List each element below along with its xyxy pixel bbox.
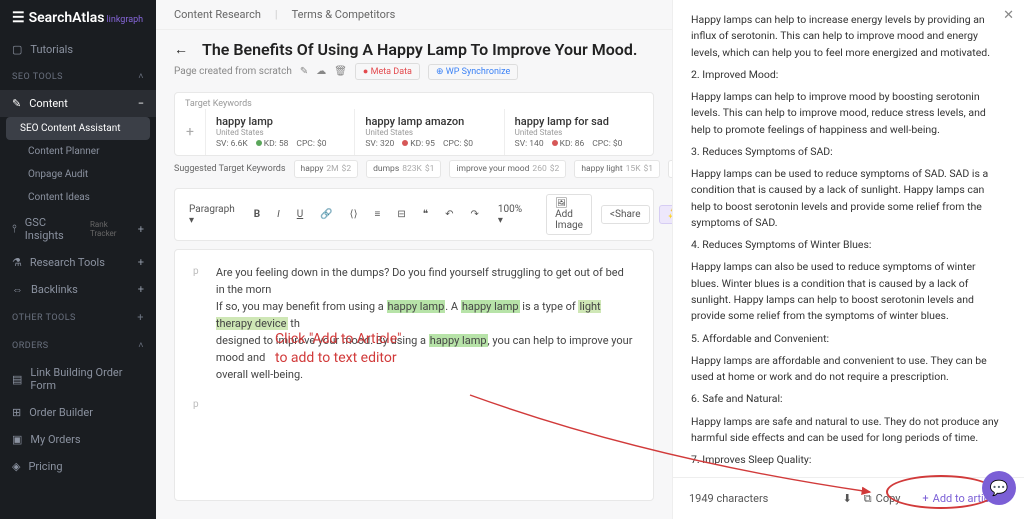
suggested-pill[interactable]: happy2M$2 (294, 160, 359, 178)
edit-icon[interactable]: ✎ (300, 66, 308, 77)
undo-button[interactable]: ↶ (441, 207, 457, 222)
text-editor[interactable]: p Are you feeling down in the dumps? Do … (174, 249, 654, 501)
sidebar: ☰ SearchAtlaslinkgraph ▢Tutorials SEO TO… (0, 0, 156, 519)
target-keywords-block: Target Keywords + happy lamp United Stat… (174, 92, 654, 156)
paragraph-select[interactable]: Paragraph ▾ (183, 202, 241, 228)
flask-icon: ⚗ (12, 256, 22, 269)
nav-research[interactable]: ⚗Research Tools+ (0, 249, 156, 276)
chevron-up-icon: ˄ (138, 340, 144, 351)
form-icon: ▤ (12, 373, 22, 386)
page-title: ← The Benefits Of Using A Happy Lamp To … (174, 40, 654, 59)
nav-content[interactable]: ✎Content− (0, 90, 156, 117)
nav-content-ideas[interactable]: Content Ideas (0, 186, 156, 209)
builder-icon: ⊞ (12, 406, 21, 419)
download-icon[interactable]: ⬇ (843, 492, 852, 505)
para-tag: p (193, 264, 202, 383)
panel-body[interactable]: Happy lamps can help to increase energy … (673, 0, 1024, 477)
plus-icon: + (138, 256, 144, 269)
nav-seo-content-assistant[interactable]: SEO Content Assistant (6, 117, 150, 140)
suggested-label: Suggested Target Keywords (174, 164, 286, 174)
bold-button[interactable]: B (250, 207, 264, 222)
suggested-pill[interactable]: improve your mood260$2 (449, 160, 566, 178)
ai-panel: ✕ Happy lamps can help to increase energ… (672, 0, 1024, 519)
suggested-pill[interactable]: happy light15K$1 (574, 160, 660, 178)
italic-button[interactable]: I (273, 207, 284, 222)
nav-header-orders[interactable]: ORDERS˄ (0, 332, 156, 359)
list-ol-button[interactable]: ⊟ (393, 207, 409, 222)
zoom-select[interactable]: 100% ▾ (492, 202, 528, 228)
link-icon: ⇔ (12, 283, 23, 296)
nav-link-building[interactable]: ▤Link Building Order Form (0, 359, 156, 399)
list-ul-button[interactable]: ≡ (370, 207, 384, 222)
menu-icon: ☰ (12, 10, 25, 26)
minus-icon: − (138, 97, 144, 110)
book-icon: ▢ (12, 43, 22, 56)
chevron-up-icon: ˄ (138, 71, 144, 82)
nav-gsc[interactable]: ⫯GSC InsightsRank Tracker+ (0, 209, 156, 249)
chart-icon: ⫯ (12, 222, 17, 236)
plus-icon: + (137, 311, 144, 324)
meta-data-badge[interactable]: ● Meta Data (355, 63, 420, 80)
keyword-card[interactable]: happy lamp United States SV: 6.6KKD: 58C… (205, 109, 354, 155)
main-content: Content Research | Terms & Competitors ←… (156, 0, 672, 519)
breadcrumb-item[interactable]: Terms & Competitors (292, 8, 396, 21)
logo[interactable]: ☰ SearchAtlaslinkgraph (0, 0, 156, 36)
nav-content-planner[interactable]: Content Planner (0, 140, 156, 163)
page-subtitle: Page created from scratch (174, 66, 292, 77)
nav-pricing[interactable]: ◈Pricing (0, 453, 156, 480)
suggested-pill[interactable]: dumps823K$1 (366, 160, 441, 178)
keyword-card[interactable]: happy lamp amazon United States SV: 320K… (354, 109, 503, 155)
cloud-icon[interactable]: ☁ (316, 66, 326, 77)
nav-backlinks[interactable]: ⇔Backlinks+ (0, 276, 156, 303)
underline-button[interactable]: U (293, 207, 307, 222)
back-button[interactable]: ← (174, 41, 188, 58)
keyword-card[interactable]: happy lamp for sad United States SV: 140… (504, 109, 653, 155)
nav-tutorials[interactable]: ▢Tutorials (0, 36, 156, 63)
tag-icon: ◈ (12, 460, 20, 473)
pencil-icon: ✎ (12, 97, 21, 110)
trash-icon[interactable]: 🗑 (334, 66, 347, 77)
panel-footer: 1949 characters ⬇ ⧉ Copy + Add to articl… (673, 477, 1024, 519)
chat-fab[interactable]: 💬 (982, 471, 1016, 505)
char-count: 1949 characters (689, 492, 768, 505)
copy-button[interactable]: ⧉ Copy (864, 492, 901, 506)
suggested-keywords-row: Suggested Target Keywords happy2M$2 dump… (156, 156, 672, 182)
nav-order-builder[interactable]: ⊞Order Builder (0, 399, 156, 426)
close-panel-button[interactable]: ✕ (1003, 8, 1014, 23)
annotation-callout: Click "Add to Article" to add to text ed… (275, 330, 402, 368)
target-keywords-label: Target Keywords (175, 93, 653, 109)
redo-button[interactable]: ↷ (467, 207, 483, 222)
breadcrumb: Content Research | Terms & Competitors (156, 0, 672, 30)
add-image-button[interactable]: 🖼 Add Image (546, 194, 592, 235)
breadcrumb-item[interactable]: Content Research (174, 8, 261, 21)
plus-icon: + (138, 223, 144, 236)
link-button[interactable]: 🔗 (316, 207, 336, 222)
add-keyword-button[interactable]: + (175, 109, 205, 155)
editor-toolbar: Paragraph ▾ B I U 🔗 ⟨⟩ ≡ ⊟ ❝ ↶ ↷ 100% ▾ … (174, 188, 654, 241)
quote-button[interactable]: ❝ (419, 207, 432, 222)
plus-icon: + (138, 283, 144, 296)
orders-icon: ▣ (12, 433, 22, 446)
share-button[interactable]: <Share (601, 205, 650, 224)
nav-onpage-audit[interactable]: Onpage Audit (0, 163, 156, 186)
para-tag: p (193, 397, 203, 413)
nav-header-seo[interactable]: SEO TOOLS˄ (0, 63, 156, 90)
wp-sync-badge[interactable]: ⊕ WP Synchronize (428, 64, 518, 80)
code-button[interactable]: ⟨⟩ (346, 207, 362, 222)
nav-header-other[interactable]: OTHER TOOLS+ (0, 303, 156, 332)
nav-my-orders[interactable]: ▣My Orders (0, 426, 156, 453)
